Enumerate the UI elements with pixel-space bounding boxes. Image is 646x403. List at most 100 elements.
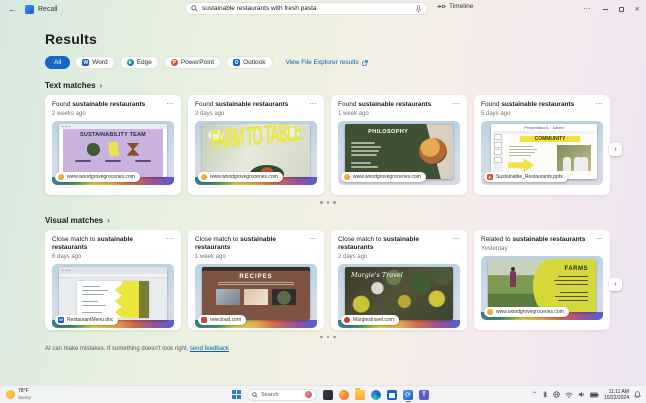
card-menu-button[interactable]: ⋯ — [167, 101, 175, 108]
recall-taskbar-icon[interactable] — [403, 389, 413, 402]
card-menu-button[interactable]: ⋯ — [453, 101, 461, 108]
card-menu-button[interactable]: ⋯ — [167, 236, 175, 243]
clock[interactable]: 11:11 AM 10/22/2024 — [604, 389, 629, 401]
filter-outlook[interactable]: O Outlook — [226, 56, 273, 69]
card-timestamp: 2 weeks ago — [52, 111, 86, 118]
card-thumbnail[interactable]: SUSTAINABILITY TEAM www.woodgrovegroceri… — [52, 121, 174, 186]
send-feedback-link[interactable]: send feedback — [190, 346, 229, 352]
microsoft-store-icon[interactable] — [387, 389, 397, 400]
card-menu-button[interactable]: ⋯ — [596, 101, 604, 108]
filter-edge[interactable]: e Edge — [119, 56, 159, 69]
battery-icon[interactable] — [589, 392, 599, 398]
card-thumbnail[interactable]: W RestaurantMenu.doc — [52, 263, 174, 328]
start-button[interactable] — [232, 390, 241, 399]
search-input[interactable]: sustainable restaurants with fresh pasta — [185, 2, 428, 15]
outlook-icon: O — [233, 59, 241, 66]
file-explorer-results-link[interactable]: View File Explorer results — [286, 59, 368, 66]
filter-all[interactable]: All — [45, 56, 71, 69]
filter-word[interactable]: W Word — [75, 56, 115, 69]
text-matches-row: Found sustainable restaurants ⋯ 2 weeks a… — [45, 95, 622, 195]
card-thumbnail[interactable]: RECIPES relecloud.com — [195, 263, 317, 328]
visual-match-card-1[interactable]: Close match to sustainable restaurants ⋯ … — [45, 229, 181, 330]
filter-row: All W Word e Edge P PowerPoint O Outlook Vie… — [45, 56, 626, 69]
minimize-button[interactable] — [602, 8, 608, 10]
slide-title: FARMS — [564, 265, 588, 272]
text-match-card-3[interactable]: Found sustainable restaurants ⋯ 1 week ag… — [331, 95, 467, 195]
card-title: Related to sustainable restaurants — [481, 235, 586, 243]
taskbar-center: Search — [232, 388, 429, 402]
card-timestamp: Yesterday — [481, 245, 508, 252]
card-thumbnail[interactable]: FARM TO TABLE www.woodgrovegroceries.com — [195, 121, 317, 186]
microphone-icon[interactable] — [415, 4, 422, 13]
slide-title: PHILOSOPHY — [368, 129, 409, 136]
globe-icon[interactable] — [553, 391, 560, 398]
teams-icon[interactable] — [419, 389, 429, 400]
visual-matches-header[interactable]: Visual matches › — [45, 216, 626, 225]
text-matches-header[interactable]: Text matches › — [45, 81, 626, 90]
taskbar-search[interactable]: Search — [247, 388, 317, 401]
filter-word-label: Word — [92, 59, 108, 66]
text-match-card-2[interactable]: Found sustainable restaurants ⋯ 3 days ag… — [188, 95, 324, 195]
card-thumbnail[interactable]: Presentation1 · Saved COMMUNITY P Sustain… — [481, 121, 603, 186]
recall-app-icon — [25, 4, 34, 14]
card-thumbnail[interactable]: FARMS www.woodgrovegroceries.com — [481, 255, 603, 320]
notification-bell-icon[interactable] — [634, 391, 641, 398]
source-badge: www.woodgrovegroceries.com — [341, 172, 426, 183]
card-timestamp: 1 week ago — [195, 253, 226, 260]
active-app-indicator — [405, 400, 411, 402]
wifi-icon[interactable] — [565, 392, 573, 398]
taskbar: 78°F Sunny Search ⌃ 11:11 AM 10/22/2024 — [0, 385, 646, 403]
app-title: Recall — [38, 5, 58, 13]
card-thumbnail[interactable]: Margie's Travel Margiestravel.com — [338, 263, 460, 328]
back-button[interactable]: ← — [8, 4, 17, 14]
weather-condition: Sunny — [18, 394, 31, 400]
taskbar-app-dark-icon[interactable] — [323, 389, 333, 400]
maximize-button[interactable] — [618, 6, 624, 12]
timeline-icon — [437, 4, 446, 9]
weather-widget[interactable]: 78°F Sunny — [6, 388, 31, 400]
text-match-card-4[interactable]: Found sustainable restaurants ⋯ 5 days ag… — [474, 95, 610, 195]
source-badge: W RestaurantMenu.doc — [55, 314, 119, 325]
bluetooth-icon[interactable] — [542, 391, 548, 398]
file-explorer-icon[interactable] — [355, 388, 365, 400]
page-heading: RECIPES — [239, 273, 273, 280]
taskbar-app-orange-icon[interactable] — [339, 389, 349, 400]
more-options-button[interactable]: ⋯ — [584, 5, 592, 13]
favicon — [344, 174, 350, 181]
volume-icon[interactable] — [578, 391, 585, 398]
system-tray: ⌃ 11:11 AM 10/22/2024 — [532, 389, 641, 401]
visual-matches-pagination[interactable] — [45, 335, 611, 338]
filter-outlook-label: Outlook — [243, 59, 266, 66]
visual-match-card-4[interactable]: Related to sustainable restaurants ⋯ Yest… — [474, 229, 610, 330]
card-thumbnail[interactable]: PHILOSOPHY www.woodgrovegroceries.com — [338, 121, 460, 186]
visual-match-card-3[interactable]: Close match to sustainable restaurants ⋯ … — [331, 229, 467, 330]
card-timestamp: 3 days ago — [195, 111, 225, 118]
text-match-card-1[interactable]: Found sustainable restaurants ⋯ 2 weeks a… — [45, 95, 181, 195]
ai-disclaimer: AI can make mistakes. If something doesn… — [45, 346, 626, 352]
tray-chevron-up-icon[interactable]: ⌃ — [532, 391, 537, 398]
close-button[interactable]: ✕ — [635, 5, 640, 13]
visual-matches-next-button[interactable]: › — [609, 277, 622, 291]
card-menu-button[interactable]: ⋯ — [310, 101, 318, 108]
source-url: RestaurantMenu.doc — [67, 316, 114, 323]
filter-powerpoint[interactable]: P PowerPoint — [163, 56, 222, 69]
text-matches-next-button[interactable]: › — [609, 143, 622, 156]
card-timestamp: 2 days ago — [338, 253, 368, 260]
favicon — [201, 174, 207, 181]
text-matches-pagination[interactable] — [45, 201, 611, 204]
card-menu-button[interactable]: ⋯ — [596, 236, 604, 243]
powerpoint-icon: P — [170, 59, 178, 66]
edge-browser-icon[interactable] — [371, 389, 381, 400]
card-menu-button[interactable]: ⋯ — [453, 236, 461, 243]
source-url: www.woodgrovegroceries.com — [210, 174, 278, 181]
card-menu-button[interactable]: ⋯ — [310, 236, 318, 243]
visual-match-card-2[interactable]: Close match to sustainable restaurants ⋯ … — [188, 229, 324, 330]
card-timestamp: 5 days ago — [481, 111, 511, 118]
source-badge: P Sustainable_Restaurants.pptx — [484, 172, 568, 183]
source-badge: www.woodgrovegroceries.com — [198, 172, 283, 183]
timeline-button[interactable]: Timeline — [437, 3, 473, 10]
visual-matches-row: Close match to sustainable restaurants ⋯ … — [45, 229, 622, 330]
source-badge: relecloud.com — [198, 314, 247, 325]
file-explorer-results-label: View File Explorer results — [285, 59, 359, 66]
edge-icon: e — [126, 59, 134, 66]
